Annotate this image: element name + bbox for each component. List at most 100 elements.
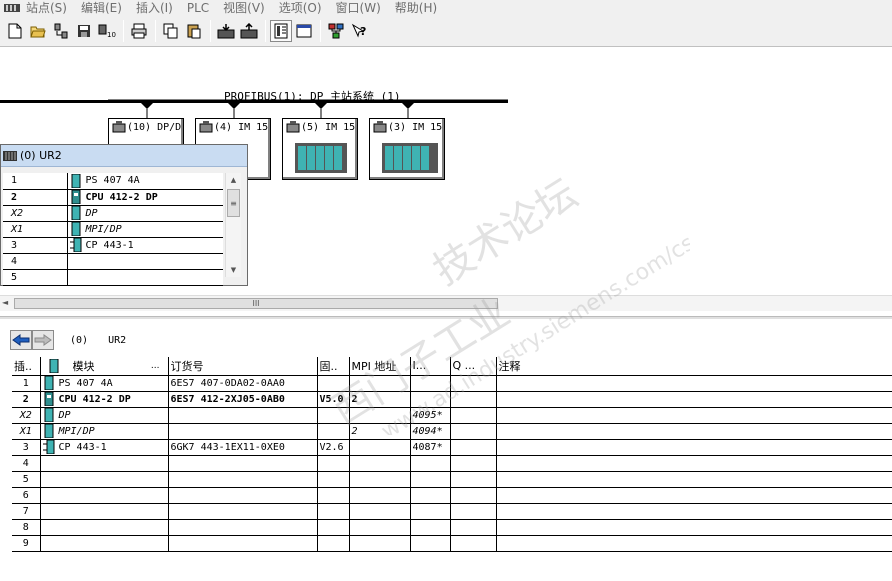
cell-mpi-address[interactable] <box>349 439 411 456</box>
col-firmware[interactable]: 固.. <box>317 357 350 376</box>
cell-firmware[interactable] <box>317 503 350 520</box>
slot-module[interactable] <box>67 253 223 270</box>
cell-q-address[interactable] <box>450 535 497 552</box>
window-icon[interactable] <box>293 20 315 42</box>
menu-help[interactable]: 帮助(H) <box>395 2 437 14</box>
menu-window[interactable]: 窗口(W) <box>336 2 381 14</box>
cell-order-number[interactable] <box>168 535 318 552</box>
cell-order-number[interactable] <box>168 455 318 472</box>
cell-i-address[interactable]: 4095* <box>410 407 451 424</box>
menu-options[interactable]: 选项(O) <box>279 2 322 14</box>
slot-module[interactable]: MPI/DP <box>67 221 223 238</box>
cell-firmware[interactable] <box>317 487 350 504</box>
cell-i-address[interactable] <box>410 535 451 552</box>
cell-module[interactable]: CPU 412-2 DP <box>40 391 169 408</box>
scroll-down-icon[interactable]: ▼ <box>226 263 241 277</box>
cell-module[interactable] <box>40 487 169 504</box>
cell-slot[interactable]: 1 <box>12 374 41 392</box>
cell-order-number[interactable]: 6GK7 443-1EX11-0XE0 <box>168 439 318 456</box>
rack-vertical-scrollbar[interactable]: ▲ ≡ ▼ <box>225 173 241 277</box>
cell-comment[interactable] <box>496 391 892 408</box>
cell-q-address[interactable] <box>450 487 497 504</box>
cell-order-number[interactable] <box>168 503 318 520</box>
slot-module[interactable]: CPU 412-2 DP <box>67 189 223 206</box>
cell-slot[interactable]: 2 <box>12 391 41 408</box>
pane-splitter[interactable] <box>0 316 892 319</box>
cell-slot[interactable]: 8 <box>12 519 41 536</box>
cell-order-number[interactable] <box>168 519 318 536</box>
cell-q-address[interactable] <box>450 391 497 408</box>
table-row[interactable]: 6 <box>12 487 892 504</box>
table-row[interactable]: X1 MPI/DP 2 4094* <box>12 423 892 440</box>
cell-firmware[interactable] <box>317 519 350 536</box>
cell-comment[interactable] <box>496 455 892 472</box>
menu-view[interactable]: 视图(V) <box>223 2 265 14</box>
cell-module[interactable]: PS 407 4A <box>40 374 169 392</box>
cell-firmware[interactable] <box>317 407 350 424</box>
cell-mpi-address[interactable] <box>349 407 411 424</box>
cell-mpi-address[interactable] <box>349 535 411 552</box>
cell-q-address[interactable] <box>450 503 497 520</box>
cell-mpi-address[interactable]: 2 <box>349 423 411 440</box>
cell-module[interactable] <box>40 519 169 536</box>
col-mpi-address[interactable]: MPI 地址 <box>349 357 411 376</box>
cell-q-address[interactable] <box>450 407 497 424</box>
cell-slot[interactable]: X2 <box>12 407 41 424</box>
cell-i-address[interactable]: 4094* <box>410 423 451 440</box>
col-i-address[interactable]: I... <box>410 357 451 376</box>
cell-firmware[interactable] <box>317 423 350 440</box>
cell-i-address[interactable] <box>410 503 451 520</box>
cell-firmware[interactable] <box>317 455 350 472</box>
table-row[interactable]: 5 <box>12 471 892 488</box>
cell-mpi-address[interactable] <box>349 455 411 472</box>
accessible-nodes-icon[interactable] <box>50 20 72 42</box>
cell-firmware[interactable] <box>317 374 350 392</box>
cell-i-address[interactable]: 4087* <box>410 439 451 456</box>
cell-slot[interactable]: 9 <box>12 535 41 552</box>
menu-plc[interactable]: PLC <box>187 2 209 14</box>
cell-i-address[interactable] <box>410 391 451 408</box>
rack-slot-row[interactable]: X1 MPI/DP <box>3 221 223 238</box>
copy-icon[interactable] <box>160 20 182 42</box>
print-icon[interactable] <box>128 20 150 42</box>
cell-module[interactable]: MPI/DP <box>40 423 169 440</box>
menu-edit[interactable]: 编辑(E) <box>81 2 122 14</box>
cell-firmware[interactable]: V2.6 <box>317 439 350 456</box>
catalog-view-icon[interactable] <box>270 19 292 42</box>
slot-module[interactable]: CP 443-1 <box>67 237 223 254</box>
rack-slot-row[interactable]: 4 <box>3 253 223 270</box>
cell-comment[interactable] <box>496 439 892 456</box>
cell-comment[interactable] <box>496 471 892 488</box>
cell-slot[interactable]: 4 <box>12 455 41 472</box>
cell-module[interactable] <box>40 471 169 488</box>
cell-module[interactable]: CP 443-1 <box>40 439 169 456</box>
slot-module[interactable] <box>67 269 223 286</box>
rack-slot-row[interactable]: 1 PS 407 4A <box>3 173 223 190</box>
scroll-thumb[interactable]: ≡ <box>227 189 240 217</box>
rack-slot-row[interactable]: 3 CP 443-1 <box>3 237 223 254</box>
scroll-thumb[interactable]: III <box>14 298 498 309</box>
col-q-address[interactable]: Q ... <box>450 357 497 376</box>
cell-order-number[interactable] <box>168 423 318 440</box>
cell-i-address[interactable] <box>410 519 451 536</box>
cell-slot[interactable]: 5 <box>12 471 41 488</box>
cell-mpi-address[interactable] <box>349 503 411 520</box>
col-module[interactable]: 模块... <box>40 357 169 376</box>
cell-q-address[interactable] <box>450 519 497 536</box>
cell-comment[interactable] <box>496 535 892 552</box>
table-row[interactable]: 9 <box>12 535 892 552</box>
cell-firmware[interactable]: V5.0 <box>317 391 350 408</box>
save-icon[interactable] <box>73 20 95 42</box>
table-row[interactable]: 2 CPU 412-2 DP 6ES7 412-2XJ05-0AB0 V5.0 2 <box>12 391 892 408</box>
cell-q-address[interactable] <box>450 439 497 456</box>
col-comment[interactable]: 注释 <box>496 357 892 376</box>
cell-comment[interactable] <box>496 503 892 520</box>
slot-module[interactable]: DP <box>67 205 223 222</box>
table-row[interactable]: 7 <box>12 503 892 520</box>
col-order-number[interactable]: 订货号 <box>168 357 318 376</box>
cell-q-address[interactable] <box>450 471 497 488</box>
table-row[interactable]: 3 CP 443-1 6GK7 443-1EX11-0XE0 V2.6 4087* <box>12 439 892 456</box>
cell-comment[interactable] <box>496 423 892 440</box>
table-row[interactable]: X2 DP 4095* <box>12 407 892 424</box>
cell-i-address[interactable] <box>410 374 451 392</box>
